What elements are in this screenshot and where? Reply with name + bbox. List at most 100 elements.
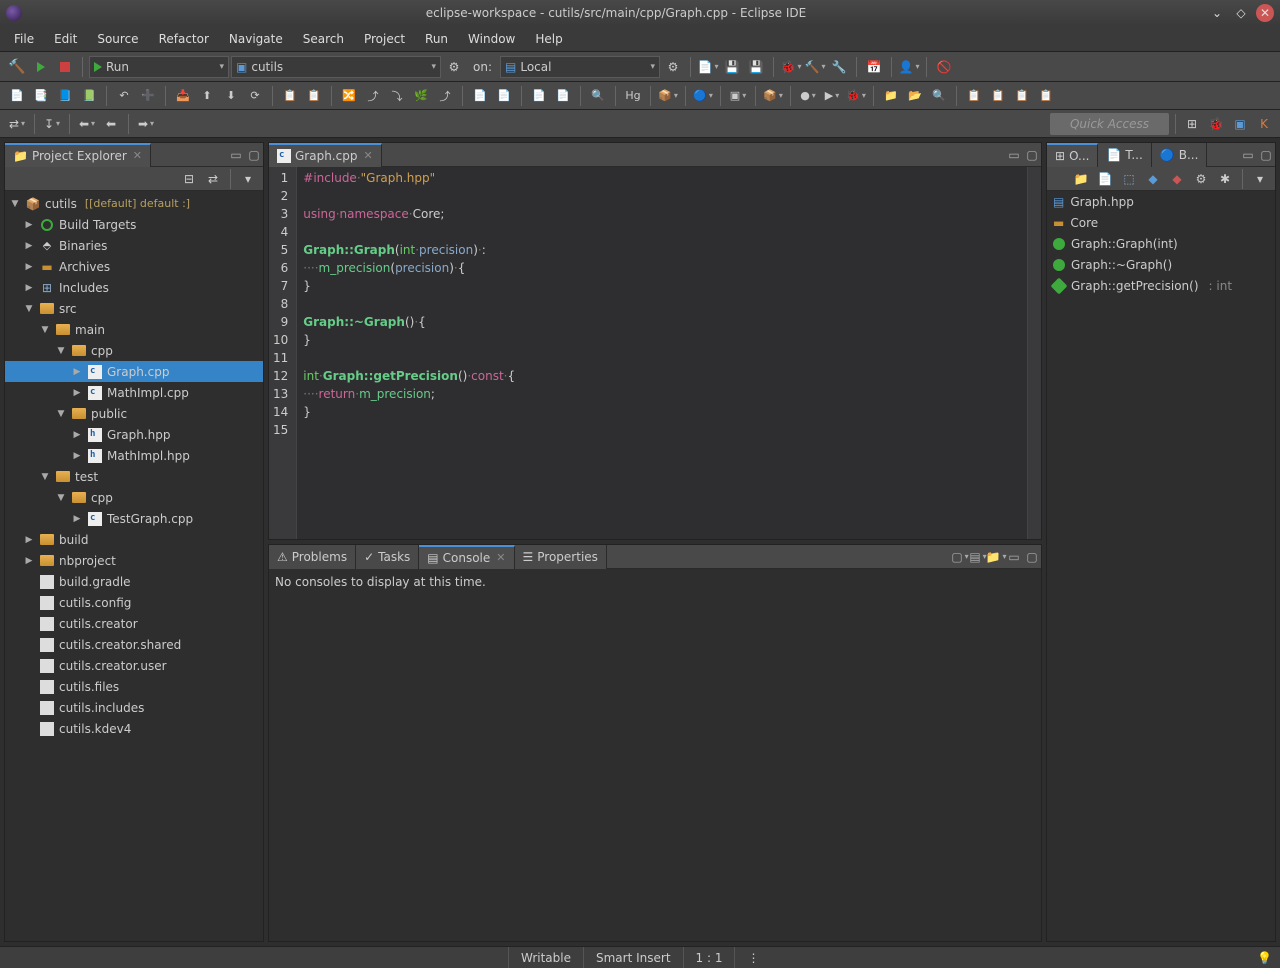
minimize-editor-button[interactable]: ▭	[1006, 147, 1022, 163]
status-writable[interactable]: Writable	[508, 947, 583, 968]
bottom-tabctrl[interactable]: ▢	[1024, 549, 1040, 565]
tree-item-cpp[interactable]: ▼cpp	[5, 487, 263, 508]
calendar-button[interactable]: 📅	[863, 56, 885, 78]
toggle-breadcrumb-button[interactable]: ⇄	[6, 113, 28, 135]
build-config-button[interactable]: 🔨	[804, 56, 826, 78]
toolbar-button[interactable]: 📂	[904, 85, 926, 107]
toolbar-button[interactable]: 🔵	[692, 85, 714, 107]
outline-item[interactable]: ▤Graph.hpp	[1047, 191, 1275, 212]
tree-item-cutils-files[interactable]: cutils.files	[5, 676, 263, 697]
target-settings-button[interactable]: ⚙	[662, 56, 684, 78]
menu-project[interactable]: Project	[354, 28, 415, 50]
target-combo[interactable]: ▤Local▾	[500, 56, 660, 78]
menu-refactor[interactable]: Refactor	[149, 28, 219, 50]
toolbar-button[interactable]: 🐞	[845, 85, 867, 107]
toolbar-button[interactable]: 📋	[987, 85, 1009, 107]
minimize-view-button[interactable]: ▭	[228, 147, 244, 163]
stop-button[interactable]	[54, 56, 76, 78]
forward-button[interactable]: ➡	[135, 113, 157, 135]
status-position[interactable]: 1 : 1	[683, 947, 735, 968]
bottom-tabctrl[interactable]: ▭	[1006, 549, 1022, 565]
kotlin-perspective-button[interactable]: K	[1254, 114, 1274, 134]
toolbar-button[interactable]: ↶	[113, 85, 135, 107]
toolbar-button[interactable]: ●	[797, 85, 819, 107]
maximize-view-button[interactable]: ▢	[246, 147, 262, 163]
toolbar-button[interactable]: 🌿	[410, 85, 432, 107]
tree-item-cutils-creator[interactable]: cutils.creator	[5, 613, 263, 634]
tree-item-graph-cpp[interactable]: ▶Graph.cpp	[5, 361, 263, 382]
editor-code[interactable]: #include·"Graph.hpp"using·namespace·Core…	[297, 167, 1027, 539]
toolbar-button[interactable]: 📁	[880, 85, 902, 107]
back-button[interactable]: ⬅	[100, 113, 122, 135]
menu-edit[interactable]: Edit	[44, 28, 87, 50]
status-insert[interactable]: Smart Insert	[583, 947, 683, 968]
open-perspective-button[interactable]: ⊞	[1182, 114, 1202, 134]
bottom-tab-tasks[interactable]: ✓Tasks	[356, 545, 419, 569]
tree-item-src[interactable]: ▼src	[5, 298, 263, 319]
tree-item-build-targets[interactable]: ▶Build Targets	[5, 214, 263, 235]
toolbar-button[interactable]: 📋	[1011, 85, 1033, 107]
close-icon[interactable]: ✕	[133, 149, 142, 162]
maximize-editor-button[interactable]: ▢	[1024, 147, 1040, 163]
tree-item-cutils-includes[interactable]: cutils.includes	[5, 697, 263, 718]
toolbar-button[interactable]: ⬆	[196, 85, 218, 107]
debug-config-button[interactable]: 🐞	[780, 56, 802, 78]
project-explorer-tab[interactable]: 📁 Project Explorer ✕	[5, 143, 151, 167]
right-tab-0[interactable]: ⊞O...	[1047, 143, 1098, 167]
tree-item-mathimpl-cpp[interactable]: ▶MathImpl.cpp	[5, 382, 263, 403]
menu-navigate[interactable]: Navigate	[219, 28, 293, 50]
build-button[interactable]: 🔨	[6, 56, 28, 78]
toolbar-button[interactable]: ⤴	[434, 85, 456, 107]
maximize-button[interactable]: ◇	[1232, 4, 1250, 22]
close-icon[interactable]: ✕	[363, 149, 372, 162]
toolbar-button[interactable]: 📘	[54, 85, 76, 107]
toolbar-button[interactable]: 📗	[78, 85, 100, 107]
outline-body[interactable]: ▤Graph.hpp▬CoreGraph::Graph(int)Graph::~…	[1047, 191, 1275, 941]
back-history-button[interactable]: ⬅	[76, 113, 98, 135]
toolbar-button[interactable]: 🔍	[587, 85, 609, 107]
editor-gutter[interactable]: 123456789101112131415	[269, 167, 297, 539]
project-explorer-body[interactable]: ▼📦 cutils [[default] default :] ▶Build T…	[5, 191, 263, 941]
toolbar-button[interactable]: 📑	[30, 85, 52, 107]
menu-search[interactable]: Search	[293, 28, 354, 50]
toolbar-button[interactable]: 📄	[493, 85, 515, 107]
menu-run[interactable]: Run	[415, 28, 458, 50]
right-tabctrl[interactable]: ▢	[1258, 147, 1274, 163]
editor-tab[interactable]: Graph.cpp ✕	[269, 143, 382, 167]
project-combo[interactable]: ▣cutils▾	[231, 56, 441, 78]
toolbar-button[interactable]: 🔍	[928, 85, 950, 107]
toolbar-button[interactable]: Hg	[622, 85, 644, 107]
outline-tool-5[interactable]: ◆	[1166, 168, 1188, 190]
toolbar-button[interactable]: 📋	[279, 85, 301, 107]
tree-item-archives[interactable]: ▶▬Archives	[5, 256, 263, 277]
outline-tool-4[interactable]: ◆	[1142, 168, 1164, 190]
toolbar-button[interactable]: 📄	[528, 85, 550, 107]
toolbar-button[interactable]: ▣	[727, 85, 749, 107]
tip-icon[interactable]: 💡	[1257, 951, 1272, 965]
outline-tool-7[interactable]: ✱	[1214, 168, 1236, 190]
toolbar-button[interactable]: ⤵	[386, 85, 408, 107]
close-button[interactable]: ✕	[1256, 4, 1274, 22]
bottom-tab-console[interactable]: ▤Console✕	[419, 545, 514, 569]
outline-item[interactable]: Graph::~Graph()	[1047, 254, 1275, 275]
toolbar-button[interactable]: 📄	[552, 85, 574, 107]
run-button[interactable]	[30, 56, 52, 78]
toolbar-button[interactable]: 📄	[469, 85, 491, 107]
menu-window[interactable]: Window	[458, 28, 525, 50]
toolbar-button[interactable]: 📦	[762, 85, 784, 107]
toolbar-button[interactable]: ▶	[821, 85, 843, 107]
bottom-tabctrl[interactable]: ▢	[952, 549, 968, 565]
editor-body[interactable]: 123456789101112131415 #include·"Graph.hp…	[269, 167, 1041, 539]
debug-perspective-button[interactable]: 🐞	[1206, 114, 1226, 134]
bottom-tab-properties[interactable]: ☰Properties	[515, 545, 607, 569]
right-tab-2[interactable]: 🔵B...	[1152, 143, 1208, 167]
tree-item-testgraph-cpp[interactable]: ▶TestGraph.cpp	[5, 508, 263, 529]
tree-item-graph-hpp[interactable]: ▶Graph.hpp	[5, 424, 263, 445]
tree-item-mathimpl-hpp[interactable]: ▶MathImpl.hpp	[5, 445, 263, 466]
project-settings-button[interactable]: ⚙	[443, 56, 465, 78]
right-tab-1[interactable]: 📄T...	[1098, 143, 1151, 167]
quick-access[interactable]: Quick Access	[1050, 113, 1169, 135]
toolbar-button[interactable]: 📦	[657, 85, 679, 107]
view-menu-button[interactable]: ▾	[237, 168, 259, 190]
run-config-combo[interactable]: Run▾	[89, 56, 229, 78]
